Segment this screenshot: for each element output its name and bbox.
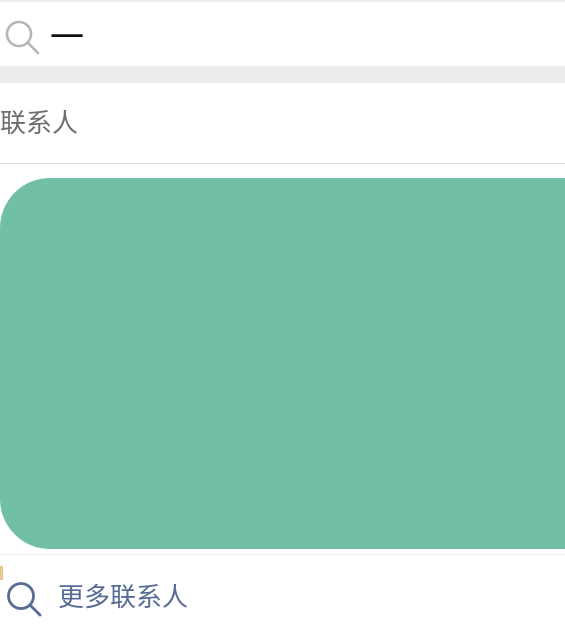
- search-input[interactable]: [50, 10, 530, 58]
- search-results-page: 联系人 更多联系人: [0, 0, 565, 638]
- separator-band: [0, 66, 565, 83]
- more-contacts-row[interactable]: 更多联系人: [0, 556, 565, 638]
- search-icon: [5, 20, 40, 55]
- divider: [0, 554, 565, 555]
- contact-result-card[interactable]: [0, 178, 565, 549]
- edge-marker: [0, 566, 3, 580]
- more-contacts-link[interactable]: 更多联系人: [58, 585, 188, 611]
- search-icon: [7, 582, 42, 617]
- section-header: 联系人: [0, 83, 565, 163]
- search-bar[interactable]: [0, 2, 565, 66]
- divider: [0, 163, 565, 164]
- section-title: 联系人: [0, 109, 79, 139]
